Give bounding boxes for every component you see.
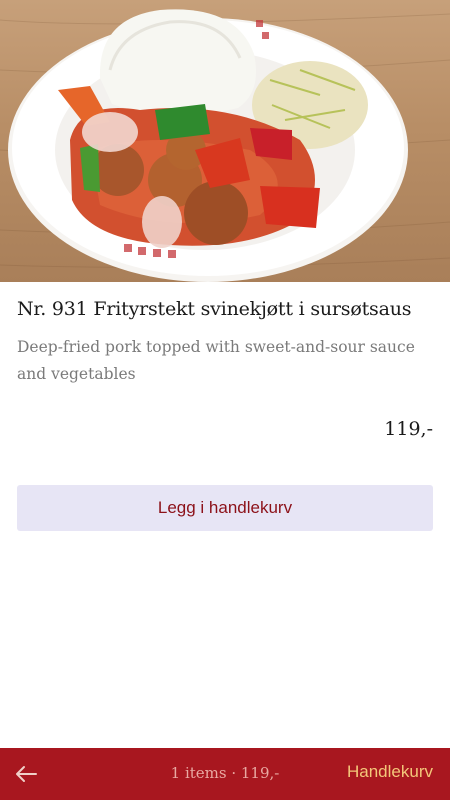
- add-to-cart-button[interactable]: Legg i handlekurv: [17, 485, 433, 531]
- back-button[interactable]: [14, 762, 38, 786]
- product-title: Nr. 931 Frityrstekt svinekjøtt i sursøts…: [17, 298, 412, 320]
- bottom-cart-bar: 1 items · 119,- Handlekurv: [0, 748, 450, 800]
- product-image: [0, 0, 450, 282]
- cart-button[interactable]: Handlekurv: [347, 762, 433, 782]
- arrow-left-icon: [16, 766, 37, 782]
- product-description: Deep-fried pork topped with sweet-and-so…: [17, 338, 415, 383]
- product-price: 119,-: [384, 418, 433, 440]
- food-photo: [0, 9, 450, 282]
